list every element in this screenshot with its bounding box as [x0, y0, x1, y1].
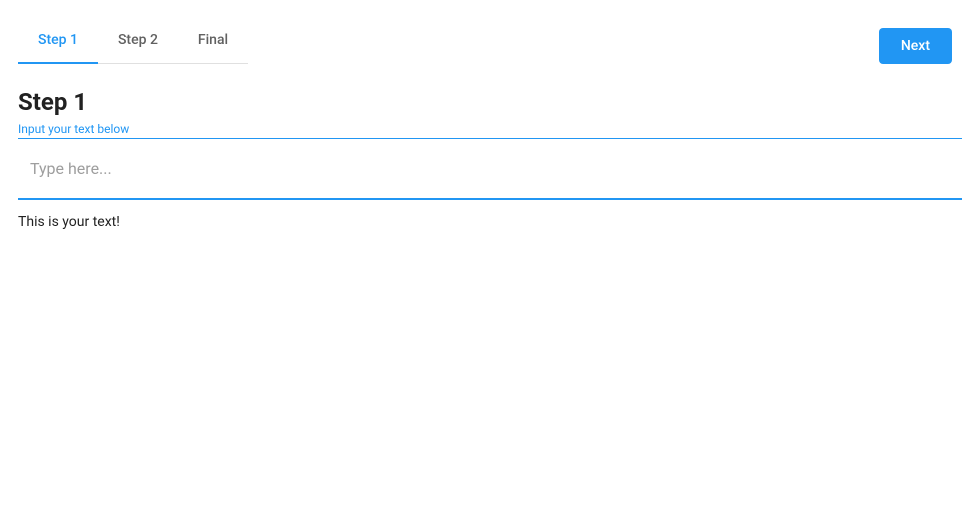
next-button[interactable]: Next	[879, 28, 952, 64]
tabs-container: Step 1 Step 2 Final	[18, 18, 248, 64]
tab-step-2[interactable]: Step 2	[98, 18, 178, 63]
step-heading: Step 1	[18, 88, 962, 116]
text-field-label: Input your text below	[18, 122, 962, 136]
tab-final[interactable]: Final	[178, 18, 248, 63]
tab-step-1[interactable]: Step 1	[18, 18, 98, 63]
step-content: Step 1 Input your text below This is you…	[18, 88, 962, 230]
topbar: Step 1 Step 2 Final Next	[18, 18, 962, 64]
result-text: This is your text!	[18, 214, 962, 230]
text-field-input[interactable]	[18, 138, 962, 200]
text-field-wrap: Input your text below	[18, 122, 962, 200]
